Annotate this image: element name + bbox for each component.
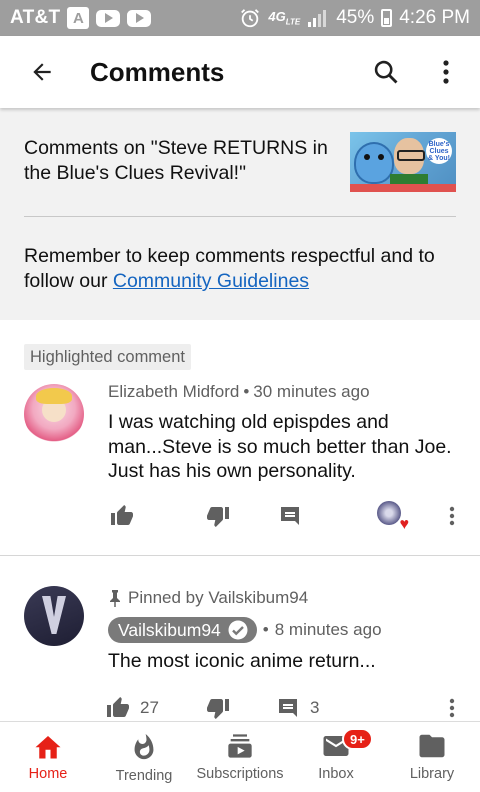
thumb-up-icon	[107, 697, 129, 717]
more-vert-icon	[443, 60, 449, 84]
video-title[interactable]: Comments on "Steve RETURNS in the Blue's…	[24, 136, 342, 186]
clock: 4:26 PM	[399, 7, 470, 28]
arrow-back-icon	[33, 63, 51, 81]
comment-text: I was watching old epispdes and man...St…	[108, 411, 452, 482]
comment-author[interactable]: Elizabeth Midford	[108, 382, 239, 401]
nav-subscriptions[interactable]: Subscriptions	[192, 722, 288, 792]
separator-dot: •	[262, 620, 269, 639]
battery-percent: 45%	[336, 7, 375, 28]
blue-dog-illustration	[354, 142, 394, 184]
nav-label: Inbox	[318, 766, 354, 782]
nav-trending[interactable]: Trending	[96, 722, 192, 792]
search-icon	[374, 60, 398, 84]
video-thumbnail[interactable]: Blue's Clues & You!	[350, 132, 456, 192]
comment-meta: Vailskibum94 • 8 minutes ago	[108, 617, 382, 643]
verified-check-icon	[227, 619, 249, 641]
creator-heart-badge: ♥	[372, 498, 412, 534]
more-vert-icon	[449, 506, 455, 526]
comment-icon	[281, 507, 299, 525]
status-bar: AT&T A 4GLTE 45% 4:26 PM	[0, 0, 480, 36]
comment-text: The most iconic anime return...	[108, 650, 376, 672]
comment-meta: Elizabeth Midford • 30 minutes ago	[108, 382, 370, 402]
nav-home[interactable]: Home	[0, 722, 96, 792]
separator-dot: •	[243, 382, 250, 401]
inbox-badge: 9+	[342, 728, 373, 750]
nav-label: Subscriptions	[196, 766, 284, 782]
network-type-label: 4GLTE	[268, 9, 301, 27]
guidelines-notice: Remember to keep comments respectful and…	[24, 244, 456, 294]
thumbnail-stripe	[350, 184, 456, 192]
highlighted-comment-label: Highlighted comment	[24, 344, 191, 370]
community-guidelines-link[interactable]: Community Guidelines	[113, 270, 309, 292]
video-header: Comments on "Steve RETURNS in the Blue's…	[0, 108, 480, 320]
nav-label: Home	[28, 766, 68, 782]
avatar[interactable]	[24, 586, 84, 646]
signal-icon	[307, 8, 329, 28]
alarm-icon	[239, 7, 261, 29]
page-title: Comments	[90, 56, 225, 87]
thumb-up-icon	[111, 505, 133, 525]
nav-label: Library	[409, 766, 455, 782]
app-bar: Comments	[0, 36, 480, 108]
folder-icon	[419, 734, 445, 758]
network-sub-label: LTE	[285, 17, 301, 27]
nav-library[interactable]: Library	[384, 722, 480, 792]
pinned-by-text: Pinned by Vailskibum94	[128, 588, 309, 607]
comment-author: Vailskibum94	[118, 619, 221, 640]
more-vert-icon	[449, 698, 455, 718]
more-options-button[interactable]	[426, 52, 466, 92]
pinned-label: Pinned by Vailskibum94	[108, 588, 308, 608]
pin-icon	[110, 590, 120, 607]
heart-icon: ♥	[399, 516, 410, 533]
app-notification-icon: A	[67, 7, 90, 29]
battery-icon	[381, 9, 393, 27]
reply-count: 3	[310, 698, 320, 717]
thumb-down-icon	[207, 507, 229, 527]
nav-label: Trending	[115, 768, 173, 784]
comment-time: 8 minutes ago	[274, 620, 382, 639]
like-button[interactable]	[106, 498, 138, 534]
creator-mini-avatar	[377, 501, 401, 525]
comment-actions: ♥	[0, 498, 480, 534]
show-logo: Blue's Clues & You!	[426, 138, 452, 164]
back-button[interactable]	[22, 52, 62, 92]
comment-separator	[0, 555, 480, 556]
avatar[interactable]	[24, 384, 84, 444]
home-icon	[35, 736, 61, 759]
divider	[24, 216, 456, 217]
youtube-notification-icon	[96, 9, 121, 27]
flame-icon	[134, 734, 154, 760]
comment-icon	[279, 699, 297, 717]
subscriptions-icon	[228, 734, 252, 758]
search-button[interactable]	[366, 52, 406, 92]
dislike-button[interactable]	[202, 498, 234, 534]
reply-button[interactable]	[274, 498, 306, 534]
nav-inbox[interactable]: 9+ Inbox	[288, 722, 384, 792]
comment-time: 30 minutes ago	[253, 382, 370, 401]
host-illustration	[394, 138, 425, 174]
thumb-down-icon	[207, 699, 229, 719]
youtube-notification-icon-2	[127, 9, 152, 27]
author-chip[interactable]: Vailskibum94	[108, 617, 257, 643]
comment-menu-button[interactable]	[440, 498, 464, 534]
bottom-nav: Home Trending Subscriptions 9+ Inbox Lib…	[0, 721, 480, 792]
carrier-label: AT&T	[10, 7, 61, 28]
like-count: 27	[140, 698, 159, 717]
